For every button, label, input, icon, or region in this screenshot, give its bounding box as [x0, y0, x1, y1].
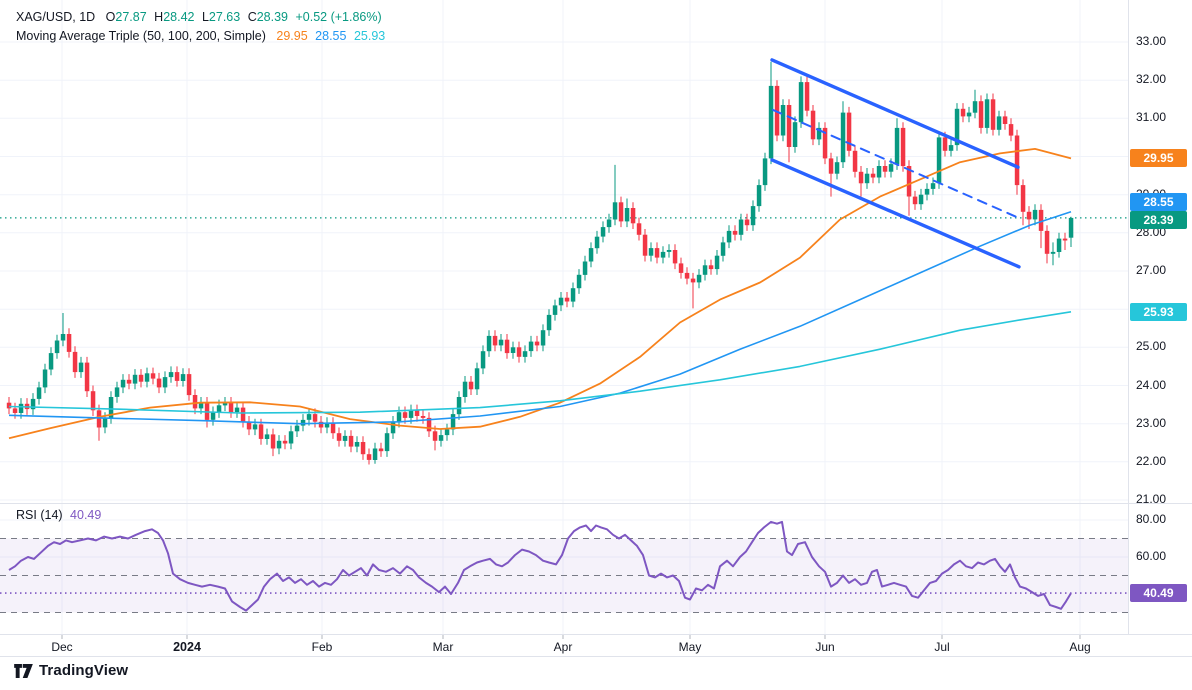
rsi-params: (14) [40, 508, 63, 522]
change-value: +0.52 (+1.86%) [295, 10, 382, 24]
ma100-line[interactable] [8, 211, 1072, 425]
price-axis-label: 25.00 [1136, 339, 1167, 354]
rsi-value-badge: 40.49 [1130, 584, 1187, 603]
tradingview-chart: XAG/USD, 1D O27.87 H28.42 L27.63 C28.39 … [0, 0, 1192, 690]
tradingview-logo-icon [14, 663, 33, 678]
price-axis-label: 33.00 [1136, 34, 1167, 48]
ma200-price-badge: 25.93 [1130, 302, 1187, 321]
time-axis-label: Jul [934, 640, 950, 654]
ma50-line[interactable] [8, 147, 1072, 440]
time-axis-label: Jun [815, 640, 835, 654]
ohlc-open-value: 27.87 [115, 10, 147, 24]
time-axis-label: May [678, 640, 702, 654]
time-axis-label: 2024 [173, 640, 201, 654]
time-axis-label: Aug [1069, 640, 1091, 654]
channel-lower-line[interactable] [770, 158, 1021, 269]
ohlc-high-value: 28.42 [163, 10, 195, 24]
price-axis-label: 31.00 [1136, 110, 1167, 125]
price-axis-label: 32.00 [1136, 72, 1167, 87]
tradingview-logo-text: TradingView [39, 662, 129, 679]
rsi-axis-label: 80.00 [1136, 512, 1167, 526]
price-axis-label: 27.00 [1136, 263, 1167, 277]
ohlc-close-label: C [247, 10, 257, 24]
ma100-value: 28.55 [315, 29, 347, 43]
symbol-title[interactable]: XAG/USD, 1D [16, 10, 95, 24]
time-axis-label: Dec [51, 640, 73, 654]
rsi-value: 40.49 [70, 508, 102, 522]
rsi-label: RSI [16, 508, 37, 522]
ma100-price-badge: 28.55 [1130, 193, 1187, 211]
time-axis-label: Mar [432, 640, 454, 654]
price-axis-label: 21.00 [1136, 492, 1167, 506]
ma200-line[interactable] [8, 311, 1072, 414]
ohlc-low-label: L [201, 10, 209, 24]
ohlc-close-value: 28.39 [256, 10, 288, 24]
legend: XAG/USD, 1D O27.87 H28.42 L27.63 C28.39 … [16, 8, 385, 46]
ma50-price-badge: 29.95 [1130, 149, 1187, 168]
price-axis-label: 22.00 [1136, 453, 1167, 468]
ma50-value: 29.95 [276, 29, 308, 43]
tradingview-logo[interactable]: TradingView [14, 662, 128, 679]
time-axis-label: Feb [311, 640, 333, 654]
ohlc-low-value: 27.63 [208, 10, 241, 24]
ma200-value: 25.93 [353, 29, 386, 43]
rsi-legend-row[interactable]: RSI (14) 40.49 [16, 508, 101, 522]
last-price-badge: 28.39 [1130, 211, 1187, 229]
ohlc-high-label: H [154, 10, 164, 24]
price-axis-label: 23.00 [1136, 415, 1167, 430]
ma-indicator-label: Moving Average Triple (50, 100, 200, Sim… [16, 29, 266, 43]
chart-canvas[interactable] [0, 0, 1192, 690]
ma-legend-row[interactable]: Moving Average Triple (50, 100, 200, Sim… [16, 27, 385, 46]
ohlc-open-label: O [105, 10, 116, 24]
price-axis-label: 24.00 [1136, 377, 1167, 392]
symbol-legend-row[interactable]: XAG/USD, 1D O27.87 H28.42 L27.63 C28.39 … [16, 8, 385, 27]
time-axis-label: Apr [553, 640, 573, 654]
rsi-axis-label: 60.00 [1136, 549, 1167, 563]
